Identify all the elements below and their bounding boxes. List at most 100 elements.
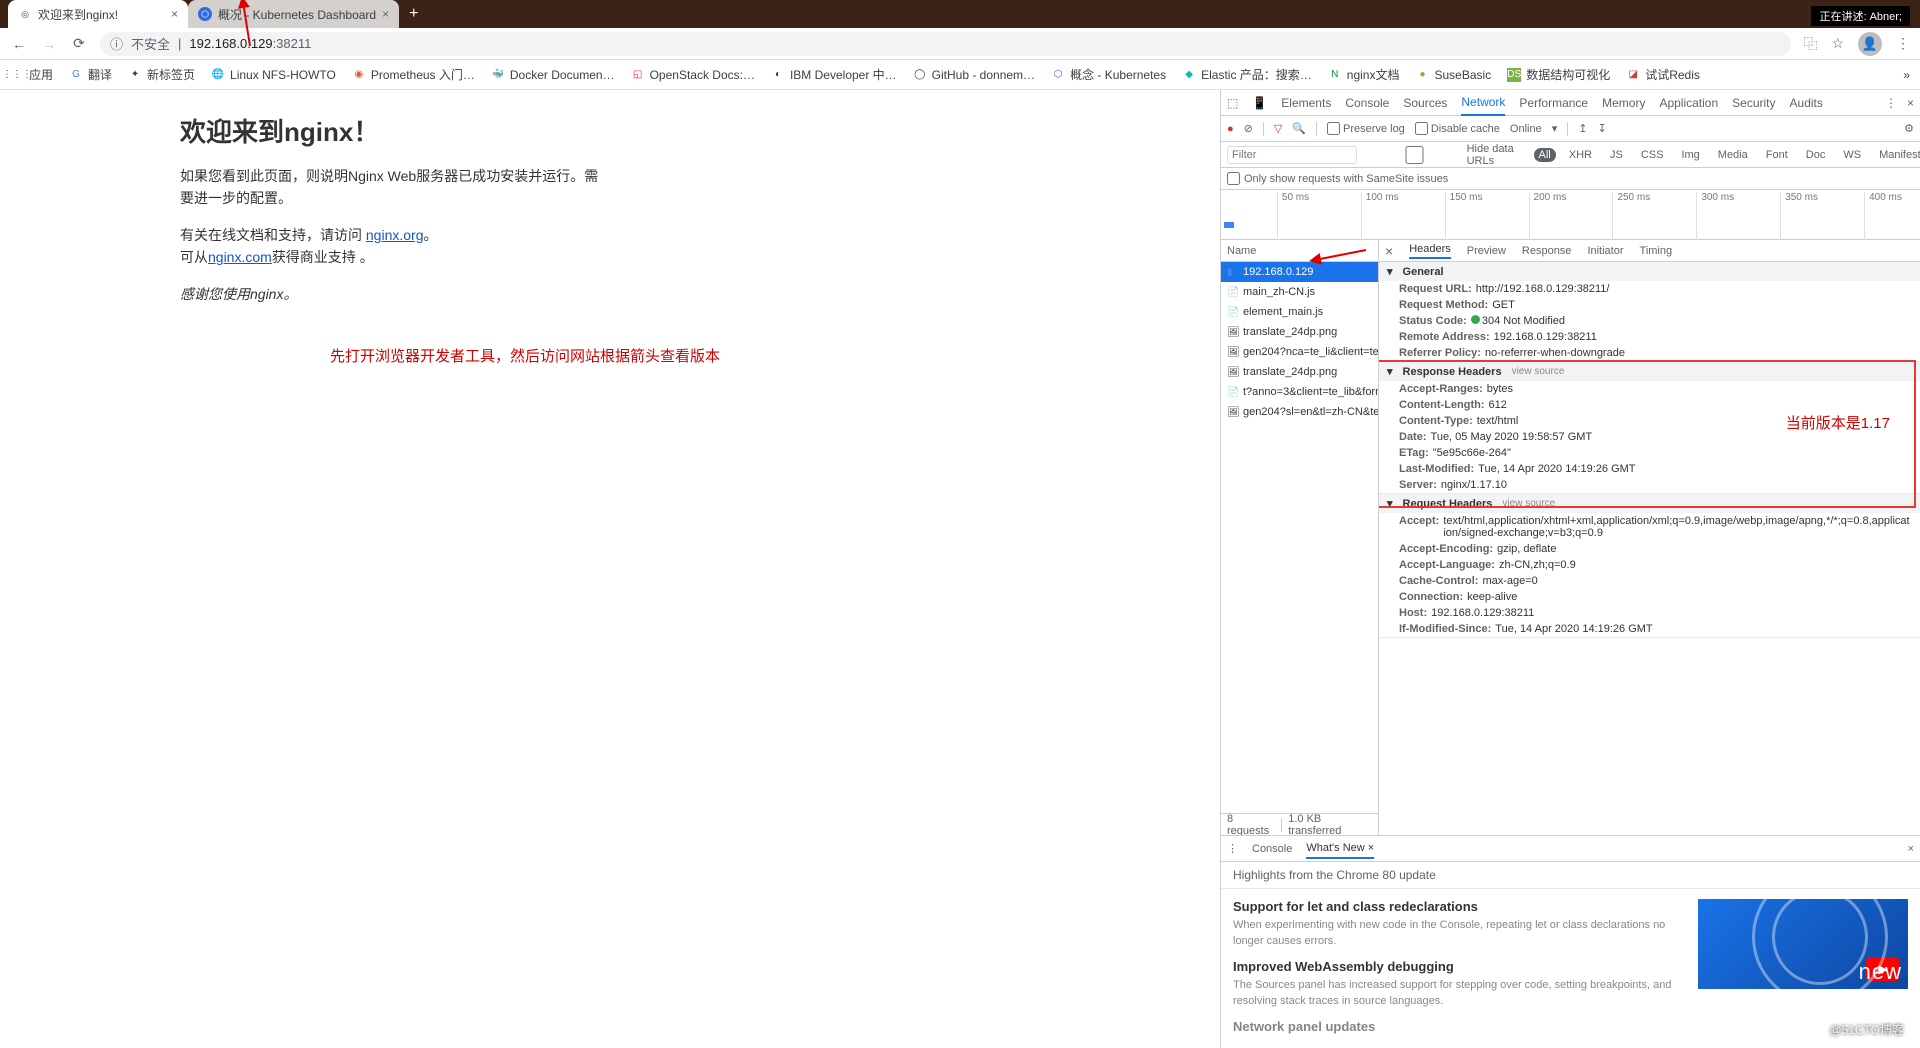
bookmarks-overflow[interactable]: » — [1903, 68, 1910, 82]
headers-tab[interactable]: Headers — [1409, 243, 1451, 259]
upload-icon[interactable]: ↥ — [1578, 122, 1587, 135]
nginx-org-link[interactable]: nginx.org — [366, 227, 424, 243]
view-source-link[interactable]: view source — [1512, 366, 1565, 377]
bookmark-item[interactable]: ◱OpenStack Docs:… — [631, 68, 755, 82]
hide-data-urls-checkbox[interactable]: Hide data URLs — [1365, 143, 1526, 167]
bookmark-item[interactable]: Nnginx文档 — [1328, 66, 1400, 83]
menu-icon[interactable]: ⋮ — [1896, 35, 1910, 52]
apps-button[interactable]: ⋮⋮⋮应用 — [10, 66, 53, 83]
elastic-icon: ◆ — [1182, 68, 1196, 82]
filter-media[interactable]: Media — [1713, 148, 1753, 162]
request-row[interactable]: 📄element_main.js — [1221, 302, 1378, 322]
close-icon[interactable]: × — [382, 7, 389, 21]
section-header[interactable]: ▾ Response Headers view source — [1379, 362, 1920, 381]
bookmark-item[interactable]: ◐IBM Developer 中… — [771, 66, 897, 83]
search-icon[interactable]: 🔍 — [1292, 122, 1306, 135]
bookmark-item[interactable]: 🐳Docker Documen… — [491, 68, 615, 82]
bookmark-item[interactable]: ◯GitHub - donnem… — [913, 68, 1035, 82]
filter-manifest[interactable]: Manifest — [1874, 148, 1920, 162]
bookmark-item[interactable]: ◆Elastic 产品：搜索… — [1182, 66, 1312, 83]
devtools-menu-icon[interactable]: ⋮ — [1885, 96, 1897, 110]
drawer-close-icon[interactable]: × — [1908, 843, 1914, 855]
close-detail-icon[interactable]: × — [1385, 243, 1393, 259]
bookmark-item[interactable]: ◉Prometheus 入门… — [352, 66, 475, 83]
download-icon[interactable]: ↧ — [1597, 122, 1606, 135]
tab-performance[interactable]: Performance — [1519, 91, 1588, 115]
filter-all[interactable]: All — [1534, 148, 1556, 162]
tab-memory[interactable]: Memory — [1602, 91, 1645, 115]
bookmark-item[interactable]: ✦新标签页 — [128, 66, 195, 83]
response-tab[interactable]: Response — [1522, 245, 1572, 257]
tab-sources[interactable]: Sources — [1403, 91, 1447, 115]
drawer-menu-icon[interactable]: ⋮ — [1227, 842, 1238, 855]
k8s-icon: ⬡ — [1051, 68, 1065, 82]
filter-css[interactable]: CSS — [1636, 148, 1669, 162]
request-row[interactable]: 🖼translate_24dp.png — [1221, 362, 1378, 382]
inspect-icon[interactable]: ⬚ — [1227, 96, 1238, 110]
bookmark-item[interactable]: ◪试试Redis — [1626, 66, 1700, 83]
name-column-header[interactable]: Name — [1221, 240, 1378, 262]
view-source-link[interactable]: view source — [1502, 498, 1555, 509]
disable-cache-checkbox[interactable]: Disable cache — [1415, 122, 1500, 135]
filter-input[interactable] — [1227, 146, 1357, 164]
tab-audits[interactable]: Audits — [1790, 91, 1823, 115]
star-icon[interactable]: ☆ — [1831, 35, 1844, 52]
tab-network[interactable]: Network — [1461, 90, 1505, 116]
samesite-filter[interactable]: Only show requests with SameSite issues — [1221, 168, 1920, 190]
tab-application[interactable]: Application — [1659, 91, 1718, 115]
tab-console[interactable]: Console — [1345, 91, 1389, 115]
filter-ws[interactable]: WS — [1838, 148, 1866, 162]
filter-font[interactable]: Font — [1761, 148, 1793, 162]
section-header[interactable]: ▾ Request Headers view source — [1379, 494, 1920, 513]
timing-tab[interactable]: Timing — [1640, 245, 1673, 257]
request-detail: × Headers Preview Response Initiator Tim… — [1379, 240, 1920, 835]
bookmark-item[interactable]: ⬡概念 - Kubernetes — [1051, 66, 1166, 83]
nginx-com-link[interactable]: nginx.com — [208, 249, 272, 265]
tab-title: 欢迎来到nginx! — [38, 6, 118, 23]
filter-img[interactable]: Img — [1676, 148, 1704, 162]
back-icon[interactable]: ← — [10, 36, 28, 52]
request-row[interactable]: 📄main_zh-CN.js — [1221, 282, 1378, 302]
request-row[interactable]: 🖼translate_24dp.png — [1221, 322, 1378, 342]
request-row[interactable]: ▮192.168.0.129 — [1221, 262, 1378, 282]
request-headers-section: ▾ Request Headers view source Accept:tex… — [1379, 494, 1920, 638]
online-select[interactable]: Online — [1510, 123, 1542, 135]
tab-security[interactable]: Security — [1732, 91, 1775, 115]
request-row[interactable]: 📄t?anno=3&client=te_lib&form… — [1221, 382, 1378, 402]
avatar[interactable]: 👤 — [1858, 32, 1882, 56]
preview-tab[interactable]: Preview — [1467, 245, 1506, 257]
bookmark-item[interactable]: G翻译 — [69, 66, 112, 83]
close-icon[interactable]: × — [171, 7, 178, 21]
devtools-close-icon[interactable]: × — [1907, 96, 1914, 110]
drawer-tab-whatsnew[interactable]: What's New × — [1306, 838, 1374, 859]
section-header[interactable]: ▾ General — [1379, 262, 1920, 281]
translate-icon[interactable]: ⿻ — [1803, 34, 1817, 54]
info-icon[interactable]: ⓘ — [110, 34, 123, 53]
bookmark-item[interactable]: ●SuseBasic — [1416, 68, 1492, 82]
filter-js[interactable]: JS — [1605, 148, 1628, 162]
record-icon[interactable]: ● — [1227, 123, 1234, 135]
filter-doc[interactable]: Doc — [1801, 148, 1831, 162]
request-status-bar: 8 requests 1.0 KB transferred — [1221, 813, 1378, 835]
preserve-log-checkbox[interactable]: Preserve log — [1327, 122, 1405, 135]
whatsnew-promo[interactable]: ▶ new — [1698, 899, 1908, 989]
request-row[interactable]: 🖼gen204?sl=en&tl=zh-CN&tex… — [1221, 402, 1378, 422]
browser-tab-k8s[interactable]: ⬡ 概况 - Kubernetes Dashboard × — [188, 0, 399, 28]
filter-xhr[interactable]: XHR — [1564, 148, 1597, 162]
omnibox[interactable]: ⓘ 不安全 | 192.168.0.129:38211 — [100, 32, 1791, 56]
tab-elements[interactable]: Elements — [1281, 91, 1331, 115]
bookmark-item[interactable]: 🌐Linux NFS-HOWTO — [211, 68, 336, 82]
filter-icon[interactable]: ▽ — [1274, 122, 1282, 135]
gear-icon[interactable]: ⚙ — [1904, 122, 1914, 135]
request-row[interactable]: 🖼gen204?nca=te_li&client=te_li… — [1221, 342, 1378, 362]
clear-icon[interactable]: ⊘ — [1244, 122, 1253, 135]
reload-icon[interactable]: ⟳ — [70, 35, 88, 52]
browser-tab-nginx[interactable]: ◎ 欢迎来到nginx! × — [8, 0, 188, 28]
forward-icon[interactable]: → — [40, 36, 58, 52]
device-icon[interactable]: 📱 — [1252, 96, 1267, 110]
new-tab-button[interactable]: + — [399, 5, 428, 23]
bookmark-item[interactable]: DS数据结构可视化 — [1507, 66, 1610, 83]
drawer-tab-console[interactable]: Console — [1252, 843, 1292, 855]
initiator-tab[interactable]: Initiator — [1587, 245, 1623, 257]
waterfall-overview[interactable]: 50 ms 100 ms 150 ms 200 ms 250 ms 300 ms… — [1221, 190, 1920, 240]
